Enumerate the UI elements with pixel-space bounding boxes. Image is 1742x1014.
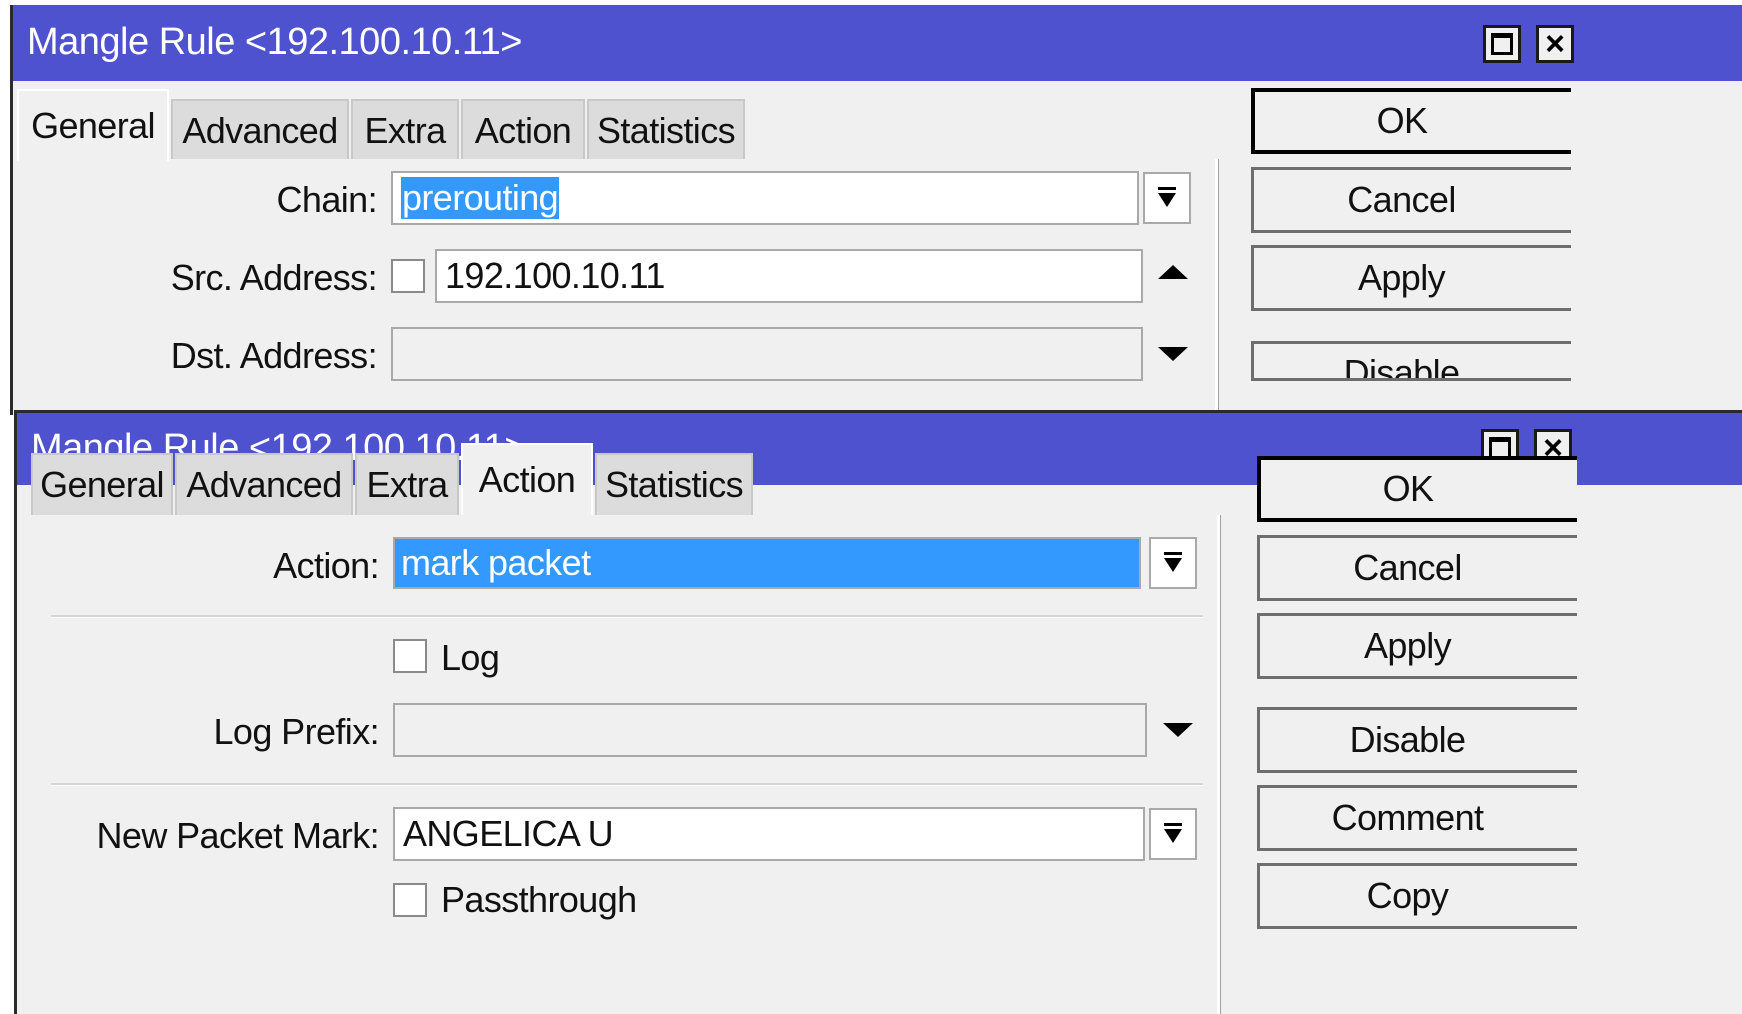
disable-button[interactable]: Disable — [1257, 707, 1577, 773]
arrow-up-icon[interactable] — [1158, 265, 1188, 279]
tab-action[interactable]: Action — [461, 99, 585, 161]
apply-button[interactable]: Apply — [1251, 245, 1571, 311]
log-prefix-label: Log Prefix: — [213, 711, 380, 752]
close-icon[interactable]: × — [1536, 25, 1574, 63]
cancel-button[interactable]: Cancel — [1257, 535, 1577, 601]
ok-button[interactable]: OK — [1257, 456, 1577, 522]
new-packet-mark-field[interactable]: ANGELICA U — [393, 807, 1145, 861]
comment-button[interactable]: Comment — [1257, 785, 1577, 851]
passthrough-checkbox[interactable] — [393, 883, 427, 917]
tab-statistics[interactable]: Statistics — [587, 99, 745, 161]
tab-advanced[interactable]: Advanced — [175, 453, 353, 515]
tab-action[interactable]: Action — [461, 443, 593, 515]
action-panel: Action: mark packet Log Log Prefix: New … — [21, 515, 1220, 1014]
action-label: Action: — [273, 545, 379, 586]
dst-address-field[interactable] — [391, 327, 1143, 381]
chain-field[interactable]: prerouting — [391, 171, 1139, 225]
divider — [51, 783, 1203, 786]
mangle-rule-window-front: Mangle Rule <192.100.10.11> × General Ad… — [14, 410, 1742, 1014]
tab-extra[interactable]: Extra — [351, 99, 459, 161]
dropdown-arrow-icon[interactable] — [1149, 808, 1197, 860]
log-checkbox[interactable] — [393, 639, 427, 673]
tab-advanced[interactable]: Advanced — [171, 99, 349, 161]
title-bar[interactable]: Mangle Rule <192.100.10.11> × — [13, 5, 1742, 81]
cancel-button[interactable]: Cancel — [1251, 167, 1571, 233]
chain-label: Chain: — [276, 179, 378, 220]
tab-general[interactable]: General — [31, 453, 173, 515]
src-address-field[interactable]: 192.100.10.11 — [435, 249, 1143, 303]
log-prefix-field[interactable] — [393, 703, 1147, 757]
window-title: Mangle Rule <192.100.10.11> — [27, 21, 522, 63]
disable-button[interactable]: Disable — [1251, 341, 1571, 381]
mangle-rule-window-back: Mangle Rule <192.100.10.11> × General Ad… — [10, 5, 1742, 415]
passthrough-label: Passthrough — [441, 879, 637, 920]
src-address-invert-checkbox[interactable] — [391, 259, 425, 293]
chain-value: prerouting — [401, 177, 560, 219]
maximize-icon[interactable] — [1483, 25, 1521, 63]
ok-button[interactable]: OK — [1251, 88, 1571, 154]
new-packet-mark-label: New Packet Mark: — [96, 815, 380, 856]
log-label: Log — [441, 637, 500, 678]
tab-general[interactable]: General — [17, 89, 169, 161]
action-select[interactable]: mark packet — [393, 537, 1141, 589]
tab-statistics[interactable]: Statistics — [595, 453, 753, 515]
arrow-down-icon[interactable] — [1158, 347, 1188, 361]
dropdown-arrow-icon[interactable] — [1149, 537, 1197, 589]
dst-address-label: Dst. Address: — [170, 335, 378, 376]
general-panel: Chain: prerouting Src. Address: 192.100.… — [17, 159, 1218, 415]
arrow-down-icon[interactable] — [1163, 723, 1193, 737]
copy-button[interactable]: Copy — [1257, 863, 1577, 929]
tab-extra[interactable]: Extra — [355, 453, 459, 515]
dropdown-arrow-icon[interactable] — [1143, 172, 1191, 224]
apply-button[interactable]: Apply — [1257, 613, 1577, 679]
divider — [51, 615, 1203, 618]
src-address-label: Src. Address: — [170, 257, 378, 298]
